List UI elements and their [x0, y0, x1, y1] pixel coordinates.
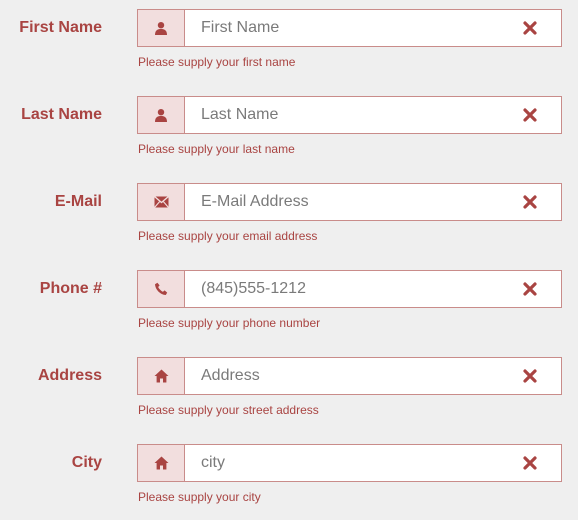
remove-icon[interactable]	[523, 195, 537, 209]
last-name-label: Last Name	[21, 106, 102, 123]
address-help: Please supply your street address	[138, 403, 319, 417]
last-name-input[interactable]	[185, 97, 505, 133]
email-group: E-Mail Please supply your email address	[0, 179, 578, 259]
first-name-input-group	[137, 9, 562, 47]
remove-icon[interactable]	[523, 21, 537, 35]
phone-label: Phone #	[39, 280, 102, 297]
city-input-group	[137, 444, 562, 482]
first-name-label: First Name	[19, 19, 102, 36]
first-name-input[interactable]	[185, 10, 505, 46]
phone-help: Please supply your phone number	[138, 316, 321, 330]
email-label: E-Mail	[54, 193, 102, 210]
remove-icon[interactable]	[523, 108, 537, 122]
email-input-group	[137, 183, 562, 221]
home-icon	[138, 445, 185, 481]
remove-icon[interactable]	[523, 456, 537, 470]
remove-icon[interactable]	[523, 282, 537, 296]
phone-group: Phone # Please supply your phone number	[0, 266, 578, 346]
last-name-group: Last Name Please supply your last name	[0, 92, 578, 172]
city-label: City	[71, 454, 102, 471]
phone-input[interactable]	[185, 271, 505, 307]
email-input[interactable]	[185, 184, 505, 220]
email-help: Please supply your email address	[138, 229, 318, 243]
user-icon	[138, 97, 185, 133]
phone-input-group	[137, 270, 562, 308]
address-group: Address Please supply your street addres…	[0, 353, 578, 433]
city-help: Please supply your city	[138, 490, 261, 504]
last-name-input-group	[137, 96, 562, 134]
home-icon	[138, 358, 185, 394]
contact-form: First Name Please supply your first name…	[0, 0, 578, 514]
city-group: City Please supply your city	[0, 440, 578, 520]
remove-icon[interactable]	[523, 369, 537, 383]
last-name-help: Please supply your last name	[138, 142, 295, 156]
city-input[interactable]	[185, 445, 505, 481]
phone-icon	[138, 271, 185, 307]
first-name-group: First Name Please supply your first name	[0, 5, 578, 85]
first-name-help: Please supply your first name	[138, 55, 296, 69]
address-label: Address	[37, 367, 102, 384]
user-icon	[138, 10, 185, 46]
address-input[interactable]	[185, 358, 505, 394]
envelope-icon	[138, 184, 185, 220]
address-input-group	[137, 357, 562, 395]
